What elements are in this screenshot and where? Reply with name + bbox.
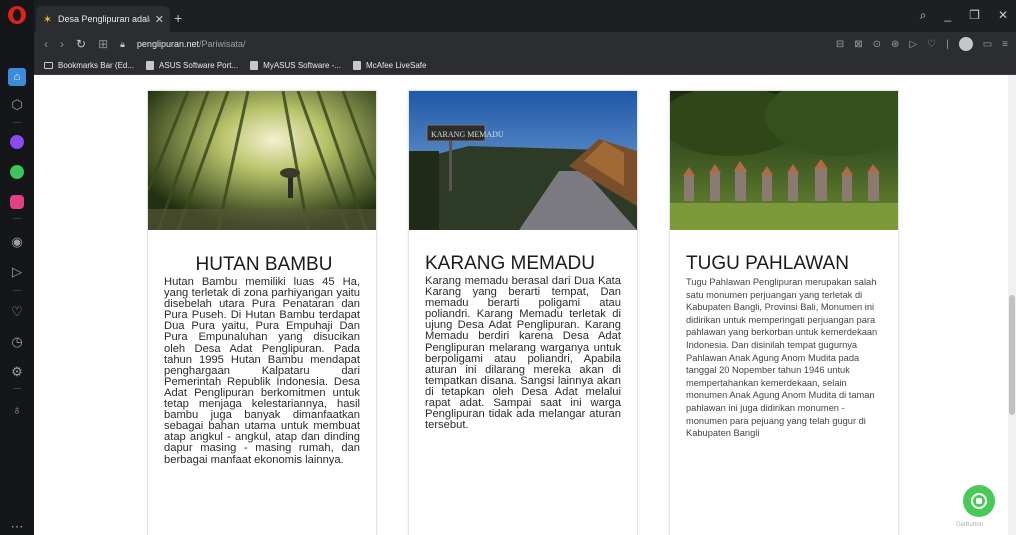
browser-toolbar: ✶ Desa Penglipuran adalah d ✕ + ⌕ _ ❐ ✕ … xyxy=(34,0,1016,75)
lock-icon[interactable]: 🔒︎ xyxy=(120,39,125,50)
vpn-icon[interactable]: ⊛ xyxy=(891,39,899,50)
bookmark-asus-software-portal[interactable]: ASUS Software Port... xyxy=(146,60,239,70)
separator: | xyxy=(946,38,949,50)
whatsapp-icon[interactable] xyxy=(8,163,26,181)
forward-icon[interactable]: › xyxy=(60,37,64,51)
bookmark-bar-folder[interactable]: Bookmarks Bar (Ed... xyxy=(44,61,134,70)
page-icon xyxy=(352,60,361,70)
messenger-icon[interactable] xyxy=(8,133,26,151)
toolbar-actions: ⊟ ⊠ ⊙ ⊛ ▷ ♡ | ▭ ≡ xyxy=(836,37,1008,51)
card-title: HUTAN BAMBU xyxy=(195,254,333,275)
player-icon[interactable]: ◉ xyxy=(8,232,26,250)
profile-avatar[interactable] xyxy=(958,37,973,51)
close-window-icon[interactable]: ✕ xyxy=(998,8,1008,23)
karang-memadu-sign: KARANG MEMADU xyxy=(431,130,504,139)
close-tab-icon[interactable]: ✕ xyxy=(155,13,164,26)
address-bar: ‹ › ↻ ⊞ 🔒︎ penglipuran.net/Pariwisata/ ⊟… xyxy=(34,32,1016,56)
bookmark-label: MyASUS Software -... xyxy=(263,60,341,70)
menu-icon[interactable]: ≡ xyxy=(1002,39,1008,50)
page-scrollbar[interactable] xyxy=(1008,75,1016,535)
opera-logo[interactable] xyxy=(8,6,26,24)
url-domain: penglipuran.net xyxy=(136,39,199,49)
bookmark-label: McAfee LiveSafe xyxy=(365,60,427,70)
site-favicon-icon: ✶ xyxy=(42,13,53,26)
new-tab-button[interactable]: + xyxy=(174,10,182,26)
tugu-pahlawan-photo xyxy=(670,91,898,230)
window-controls: ⌕ _ ❐ ✕ xyxy=(920,8,1008,23)
share-icon[interactable]: ⊠ xyxy=(854,39,862,50)
attraction-card-karang-memadu: KARANG MEMADU KARANG MEMADU Karang memad… xyxy=(408,90,638,535)
page-icon xyxy=(250,60,259,70)
scrollbar-thumb[interactable] xyxy=(1009,295,1015,415)
card-description: Karang memadu berasal dari Dua Kata Kara… xyxy=(425,275,621,432)
history-icon[interactable]: ◷ xyxy=(8,332,26,350)
whatsapp-icon xyxy=(971,493,987,509)
heart-icon[interactable]: ♡ xyxy=(927,39,936,50)
attraction-card-hutan-bambu: HUTAN BAMBU Hutan Bambu memiliki luas 45… xyxy=(147,90,377,535)
bookmarks-bar: Bookmarks Bar (Ed... ASUS Software Port.… xyxy=(34,56,1016,75)
folder-icon xyxy=(44,61,53,69)
restore-icon[interactable]: ❐ xyxy=(969,8,980,23)
whatsapp-chat-button[interactable] xyxy=(963,485,995,517)
tips-icon[interactable]: ♁ xyxy=(8,400,26,418)
speed-dial-icon[interactable]: ⬡ xyxy=(8,95,26,113)
page-viewport: HUTAN BAMBU Hutan Bambu memiliki luas 45… xyxy=(34,75,1016,535)
more-icon[interactable]: ⋯ xyxy=(8,517,26,535)
reader-mode-icon[interactable]: ⊟ xyxy=(836,39,844,50)
search-tabs-icon[interactable]: ⌕ xyxy=(920,8,927,23)
attraction-card-tugu-pahlawan: TUGU PAHLAWAN Tugu Pahlawan Penglipuran … xyxy=(669,90,899,535)
card-description: Tugu Pahlawan Penglipuran merupakan sala… xyxy=(686,277,878,439)
bookmark-label: ASUS Software Port... xyxy=(159,60,239,70)
tab-grid-icon[interactable]: ⊞ xyxy=(98,37,108,51)
flow-icon[interactable]: ▷ xyxy=(8,262,26,280)
card-title: TUGU PAHLAWAN xyxy=(686,253,849,274)
active-tab[interactable]: ✶ Desa Penglipuran adalah d ✕ xyxy=(36,6,170,32)
home-icon[interactable]: ⌂ xyxy=(8,68,26,86)
pinboard-icon[interactable]: ♡ xyxy=(8,302,26,320)
tab-strip: ✶ Desa Penglipuran adalah d ✕ + ⌕ _ ❐ ✕ xyxy=(34,0,1016,32)
settings-icon[interactable]: ⚙ xyxy=(8,362,26,380)
url-path: /Pariwisata/ xyxy=(198,39,246,49)
tab-title: Desa Penglipuran adalah d xyxy=(58,14,150,24)
card-description: Hutan Bambu memiliki luas 45 Ha, yang te… xyxy=(164,276,360,466)
reload-icon[interactable]: ↻ xyxy=(76,37,86,51)
minimize-icon[interactable]: _ xyxy=(944,8,951,23)
page-icon xyxy=(146,60,155,70)
bookmark-mcafee-livesafe[interactable]: McAfee LiveSafe xyxy=(352,60,427,70)
back-icon[interactable]: ‹ xyxy=(44,37,48,51)
instagram-icon[interactable] xyxy=(8,193,26,211)
snapshot-icon[interactable]: ⊙ xyxy=(873,39,881,50)
play-icon[interactable]: ▷ xyxy=(909,39,917,50)
bookmark-myasus-software[interactable]: MyASUS Software -... xyxy=(250,60,341,70)
card-title: KARANG MEMADU xyxy=(425,253,595,274)
bamboo-forest-photo xyxy=(148,91,376,230)
bookmark-label: Bookmarks Bar (Ed... xyxy=(58,60,135,70)
getbutton-credit[interactable]: GetButton xyxy=(956,522,983,528)
karang-memadu-photo: KARANG MEMADU xyxy=(409,91,637,230)
url-field[interactable]: penglipuran.net/Pariwisata/ xyxy=(137,39,246,49)
battery-icon[interactable]: ▭ xyxy=(983,39,992,50)
browser-sidebar: ⌂ ⬡ ◉ ▷ ♡ ◷ ⚙ ♁ ⋯ xyxy=(0,0,34,535)
